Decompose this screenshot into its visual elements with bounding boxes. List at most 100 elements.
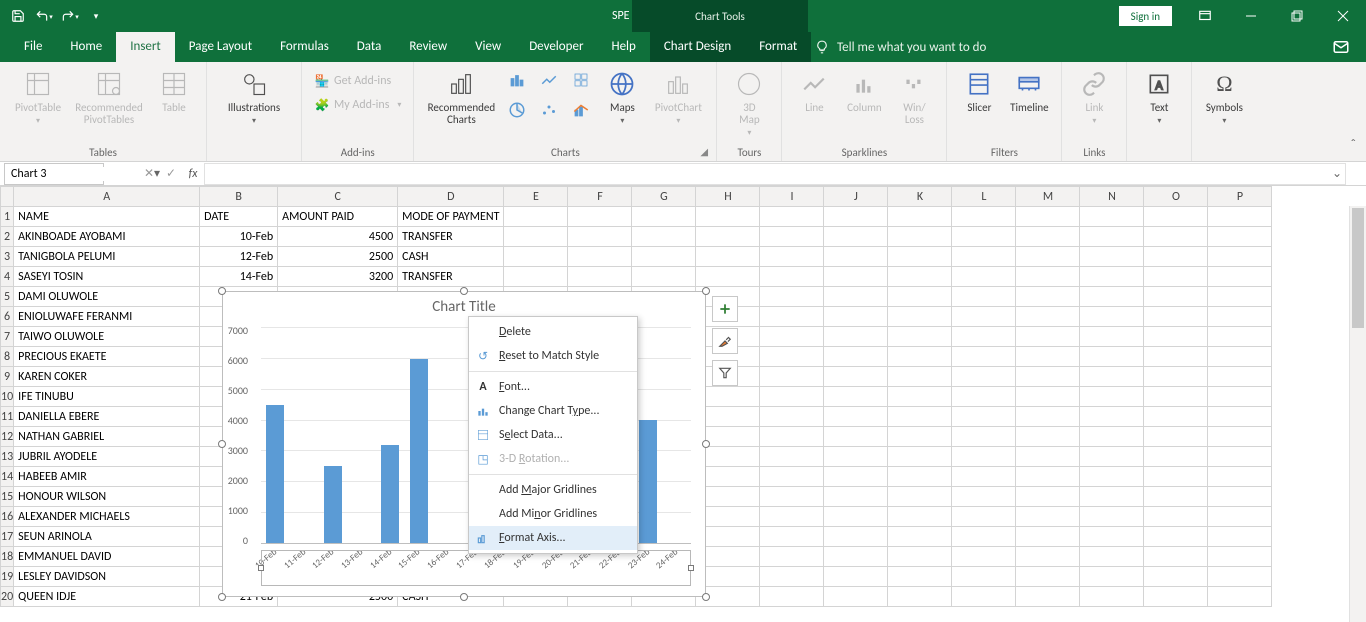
cell[interactable]: NAME	[14, 207, 200, 227]
cell[interactable]	[888, 567, 952, 587]
row-header[interactable]: 3	[1, 247, 14, 267]
cell[interactable]	[760, 327, 824, 347]
cell[interactable]	[760, 307, 824, 327]
cell[interactable]: DANIELLA EBERE	[14, 407, 200, 427]
table-button[interactable]: Table	[150, 66, 198, 114]
cell[interactable]: 10-Feb	[200, 227, 278, 247]
cell[interactable]	[1080, 387, 1144, 407]
cell[interactable]	[824, 287, 888, 307]
cell[interactable]	[632, 227, 696, 247]
cell[interactable]: TAIWO OLUWOLE	[14, 327, 200, 347]
cell[interactable]	[1144, 407, 1208, 427]
row-header[interactable]: 9	[1, 367, 14, 387]
cell[interactable]	[888, 427, 952, 447]
menu-select-data[interactable]: Select Data...	[469, 423, 637, 447]
cell[interactable]: 12-Feb	[200, 247, 278, 267]
cell[interactable]	[1208, 207, 1272, 227]
illustrations-button[interactable]: Illustrations▾	[215, 66, 293, 126]
cell[interactable]	[696, 267, 760, 287]
cell[interactable]	[760, 347, 824, 367]
cell[interactable]	[1144, 387, 1208, 407]
tab-chart-design[interactable]: Chart Design	[650, 32, 745, 62]
cell[interactable]	[824, 527, 888, 547]
cell[interactable]	[824, 567, 888, 587]
cell[interactable]	[760, 427, 824, 447]
link-button[interactable]: Link▾	[1070, 66, 1118, 126]
cell[interactable]	[824, 247, 888, 267]
cell[interactable]	[1144, 447, 1208, 467]
cell[interactable]	[1208, 467, 1272, 487]
resize-handle[interactable]	[460, 593, 468, 601]
cell[interactable]: SEUN ARINOLA	[14, 527, 200, 547]
cell[interactable]	[888, 207, 952, 227]
cell[interactable]	[824, 227, 888, 247]
cell[interactable]	[1144, 327, 1208, 347]
scrollbar-thumb[interactable]	[1352, 208, 1364, 328]
vertical-scrollbar[interactable]	[1349, 206, 1366, 622]
cell[interactable]	[888, 407, 952, 427]
row-header[interactable]: 4	[1, 267, 14, 287]
column-header[interactable]: J	[824, 187, 888, 207]
tab-review[interactable]: Review	[395, 32, 461, 62]
cell[interactable]	[952, 547, 1016, 567]
column-header[interactable]: L	[952, 187, 1016, 207]
charts-dialog-launcher-icon[interactable]: ◢	[700, 145, 712, 157]
row-header[interactable]: 19	[1, 567, 14, 587]
cell[interactable]	[952, 407, 1016, 427]
cell[interactable]	[1144, 467, 1208, 487]
redo-icon[interactable]: ▾	[58, 4, 82, 28]
cell[interactable]: NATHAN GABRIEL	[14, 427, 200, 447]
cell[interactable]	[1016, 447, 1080, 467]
tell-me-search[interactable]	[815, 32, 1037, 62]
cell[interactable]	[1016, 507, 1080, 527]
cell[interactable]	[952, 367, 1016, 387]
cell[interactable]: DATE	[200, 207, 278, 227]
cell[interactable]	[888, 447, 952, 467]
cell[interactable]	[1208, 327, 1272, 347]
cell[interactable]	[1080, 547, 1144, 567]
cell[interactable]	[824, 387, 888, 407]
cell[interactable]	[952, 227, 1016, 247]
cell[interactable]	[1208, 487, 1272, 507]
row-header[interactable]: 7	[1, 327, 14, 347]
column-header[interactable]: M	[1016, 187, 1080, 207]
cell[interactable]: ENIOLUWAFE FERANMI	[14, 307, 200, 327]
cell[interactable]	[1080, 347, 1144, 367]
cell[interactable]: QUEEN IDJE	[14, 587, 200, 607]
enter-formula-icon[interactable]: ✓	[160, 166, 182, 181]
cell[interactable]	[952, 207, 1016, 227]
hierarchy-chart-icon[interactable]	[566, 66, 596, 94]
cell[interactable]	[1144, 367, 1208, 387]
name-box-input[interactable]	[5, 167, 154, 181]
column-header[interactable]: B	[200, 187, 278, 207]
cell[interactable]	[1080, 307, 1144, 327]
column-header[interactable]: I	[760, 187, 824, 207]
resize-handle[interactable]	[702, 440, 710, 448]
cell[interactable]	[1144, 507, 1208, 527]
undo-icon[interactable]: ▾	[32, 4, 56, 28]
cell[interactable]: AMOUNT PAID	[278, 207, 398, 227]
cell[interactable]	[1080, 367, 1144, 387]
text-button[interactable]: AText▾	[1135, 66, 1183, 126]
cell[interactable]	[1016, 367, 1080, 387]
row-header[interactable]: 14	[1, 467, 14, 487]
menu-font[interactable]: AFont...	[469, 375, 637, 399]
chart-bar[interactable]	[324, 466, 342, 543]
cell[interactable]	[568, 227, 632, 247]
collapse-ribbon-icon[interactable]: ˆ	[1350, 136, 1356, 153]
cell[interactable]	[1144, 347, 1208, 367]
cell[interactable]	[1208, 587, 1272, 607]
cell[interactable]	[1144, 227, 1208, 247]
cell[interactable]	[888, 507, 952, 527]
cell[interactable]: 3200	[278, 267, 398, 287]
cell[interactable]	[1208, 227, 1272, 247]
resize-handle[interactable]	[218, 593, 226, 601]
get-addins-button[interactable]: 🏪Get Add-ins	[310, 70, 405, 92]
chart-title[interactable]: Chart Title	[223, 292, 705, 318]
cell[interactable]	[952, 307, 1016, 327]
column-header[interactable]: K	[888, 187, 952, 207]
ribbon-display-options-icon[interactable]	[1182, 0, 1228, 32]
cell[interactable]: KAREN COKER	[14, 367, 200, 387]
cell[interactable]	[1144, 307, 1208, 327]
cell[interactable]	[1144, 547, 1208, 567]
